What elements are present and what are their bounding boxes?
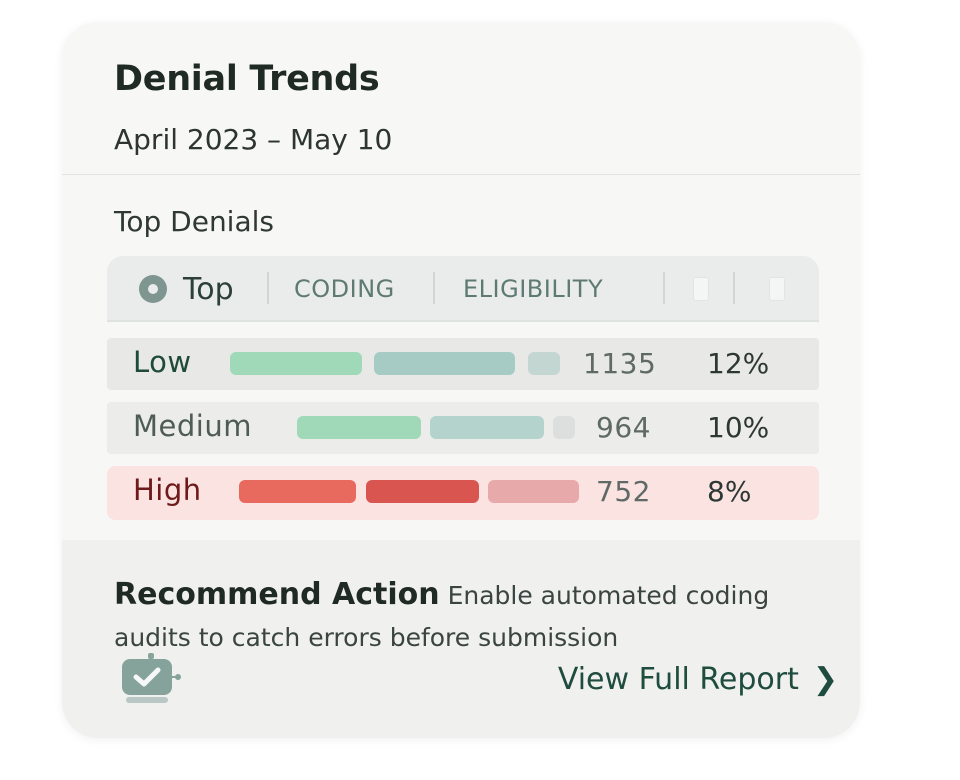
row-count: 964: [596, 411, 651, 444]
view-full-report-link[interactable]: View Full Report ❯: [558, 662, 838, 697]
tab-eligibility-label: ELIGIBILITY: [463, 275, 604, 303]
recommendation-text-block: Recommend Action Enable automated coding …: [114, 574, 814, 659]
recommendation-panel: Recommend Action Enable automated coding …: [62, 540, 860, 738]
view-toggle-icon[interactable]: [693, 277, 709, 301]
bar-segment: [366, 480, 479, 503]
tab-coding-label: CODING: [294, 275, 395, 303]
row-label: Low: [133, 345, 192, 379]
bar-segment: [528, 352, 560, 375]
bar-segment: [297, 416, 421, 439]
row-label: Medium: [133, 409, 252, 443]
bar-segment: [430, 416, 544, 439]
row-percent: 12%: [707, 347, 770, 380]
filter-divider: [433, 272, 435, 304]
filter-bar: Top CODING ELIGIBILITY: [107, 256, 819, 322]
bar-segment: [488, 480, 579, 503]
bar-segment: [239, 480, 356, 503]
filter-divider: [267, 272, 269, 304]
recommendation-title: Recommend Action: [114, 577, 440, 612]
date-range: April 2023 – May 10: [114, 123, 393, 156]
row-label: High: [133, 473, 202, 507]
card-header: Denial Trends April 2023 – May 10: [62, 22, 860, 175]
bar-segment: [374, 352, 515, 375]
filter-top[interactable]: Top: [139, 256, 234, 322]
radio-selected-icon: [139, 275, 167, 303]
denial-row-high[interactable]: High 752 8%: [107, 466, 819, 520]
row-percent: 8%: [707, 475, 752, 508]
section-label: Top Denials: [114, 205, 274, 238]
denial-trends-card: Denial Trends April 2023 – May 10 Top De…: [62, 22, 860, 738]
filter-top-label: Top: [183, 271, 234, 307]
card-title: Denial Trends: [114, 59, 380, 99]
view-full-report-label: View Full Report: [557, 662, 799, 697]
denial-row-low[interactable]: Low 1135 12%: [107, 338, 819, 390]
chevron-right-icon: ❯: [812, 662, 838, 697]
denial-row-medium[interactable]: Medium 964 10%: [107, 402, 819, 454]
filter-divider: [663, 272, 665, 304]
bar-segment: [553, 416, 575, 439]
tab-coding[interactable]: CODING: [294, 256, 395, 322]
filter-divider: [733, 272, 735, 304]
row-count: 752: [596, 475, 651, 508]
bar-segment: [230, 352, 362, 375]
row-percent: 10%: [707, 411, 770, 444]
row-count: 1135: [583, 347, 657, 380]
tab-eligibility[interactable]: ELIGIBILITY: [463, 256, 603, 322]
view-toggle-icon[interactable]: [769, 277, 785, 301]
robot-check-icon: [122, 653, 181, 703]
